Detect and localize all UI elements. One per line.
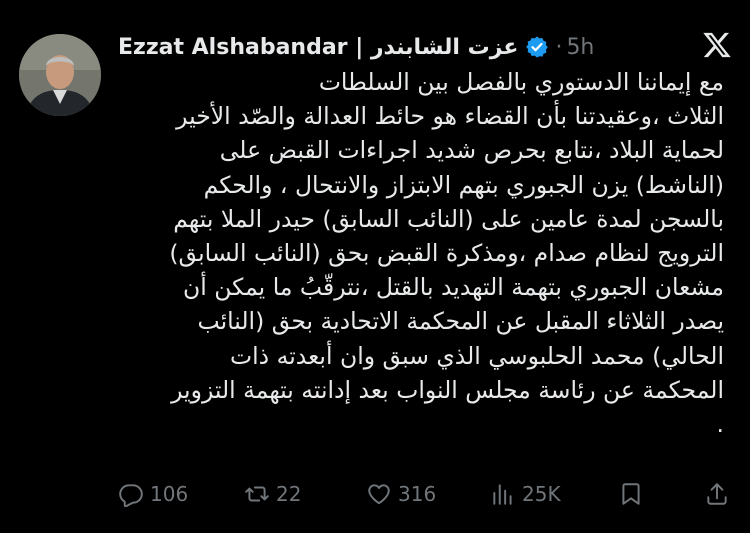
heart-icon <box>368 484 390 505</box>
author-name[interactable]: Ezzat Alshabandar | عزت الشابندر <box>118 35 518 60</box>
views-button[interactable]: 25K <box>490 478 561 510</box>
views-icon <box>493 484 512 505</box>
share-button[interactable] <box>704 478 730 510</box>
x-logo-icon[interactable] <box>702 30 732 60</box>
timestamp[interactable]: 5h <box>566 35 594 60</box>
share-icon <box>707 483 727 505</box>
avatar[interactable] <box>19 34 101 116</box>
reply-button[interactable]: 106 <box>118 478 188 510</box>
tweet-text: مع إيماننا الدستوري بالفصل بين السلطات ا… <box>169 68 724 439</box>
repost-button[interactable]: 22 <box>244 478 301 510</box>
verified-badge-icon[interactable] <box>525 35 549 59</box>
repost-count: 22 <box>276 482 302 506</box>
profile-photo-icon <box>19 34 101 116</box>
separator-dot: · <box>555 34 563 60</box>
reply-icon <box>119 484 143 507</box>
bookmark-button[interactable] <box>618 478 644 510</box>
tweet-actions: 106 22 316 25K <box>118 478 730 510</box>
reply-count: 106 <box>150 482 189 506</box>
like-button[interactable]: 316 <box>366 478 436 510</box>
tweet-header: Ezzat Alshabandar | عزت الشابندر · 5h <box>118 30 710 64</box>
bookmark-icon <box>622 483 640 505</box>
repost-icon <box>245 486 269 502</box>
like-count: 316 <box>398 482 437 506</box>
view-count: 25K <box>522 482 561 506</box>
